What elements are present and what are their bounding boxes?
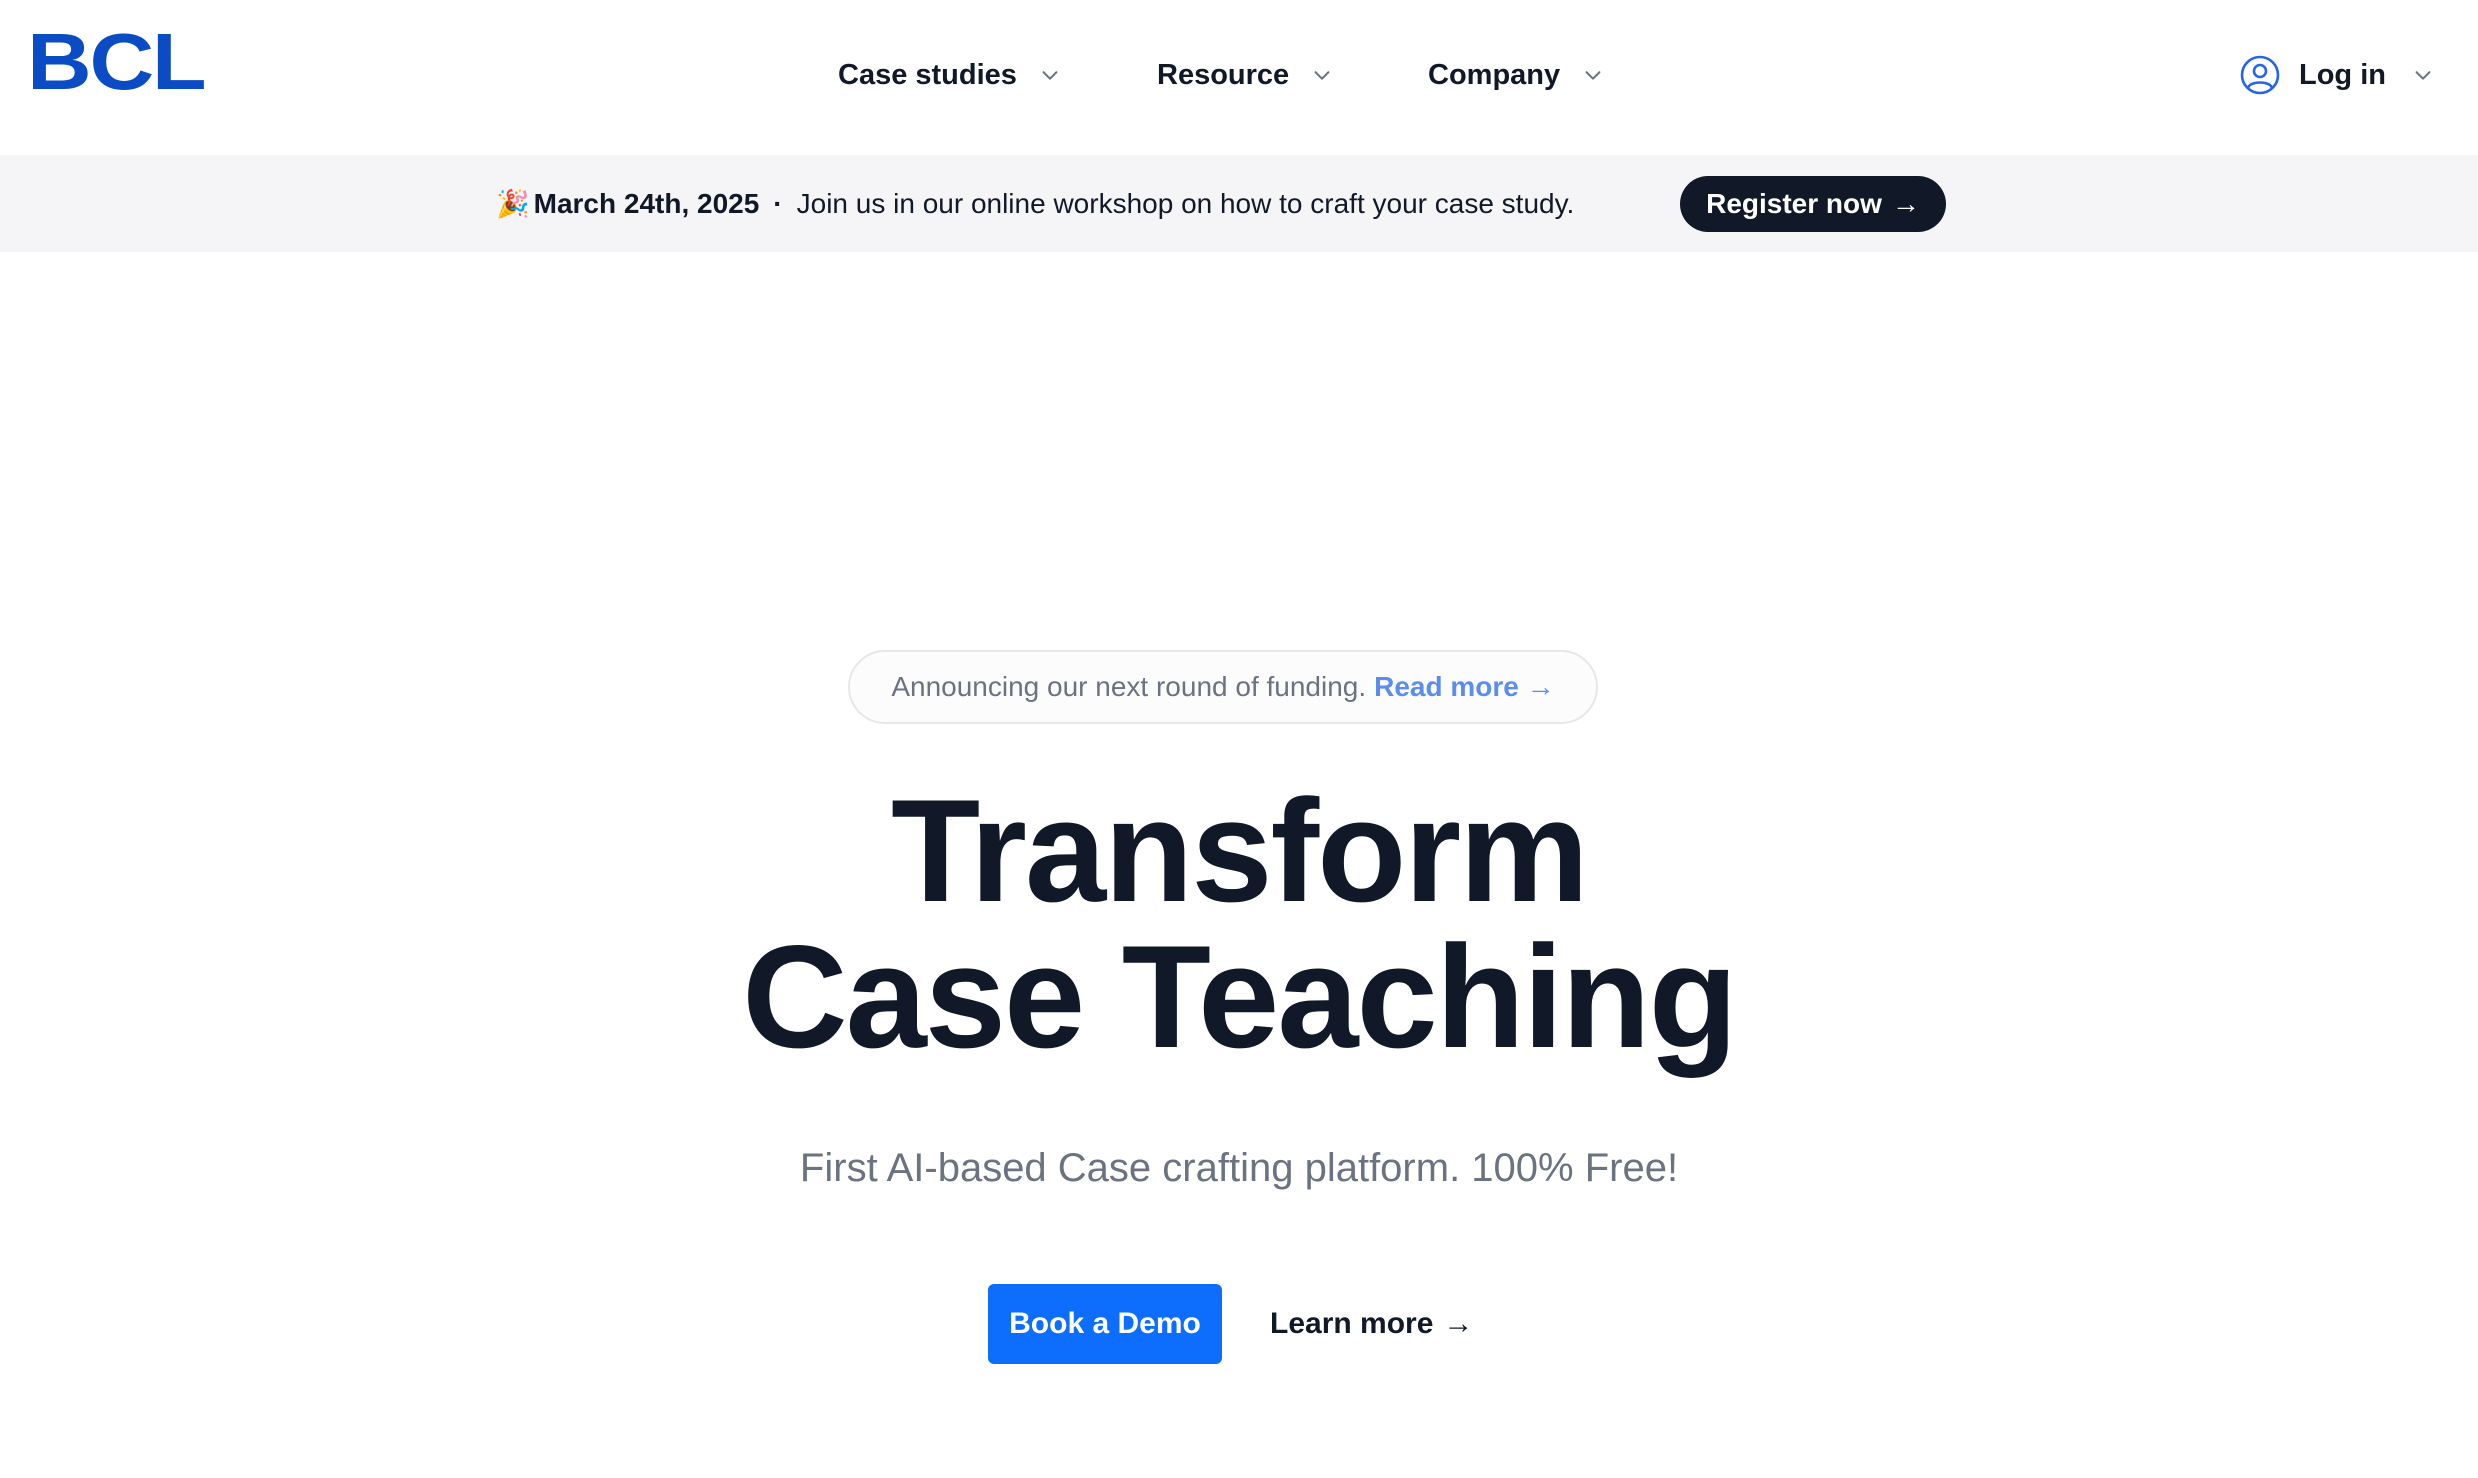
nav-case-studies[interactable]: Case studies (838, 50, 1061, 100)
announcement-message: Join us in our online workshop on how to… (796, 187, 1575, 219)
register-now-button[interactable]: Register now → (1680, 176, 1946, 232)
announcement-content: 🎉 March 24th, 2025 · Join us in our onli… (496, 155, 1574, 252)
brand-logo[interactable]: BCL (27, 22, 207, 102)
nav-resource[interactable]: Resource (1157, 50, 1333, 100)
nav-resource-label: Resource (1157, 58, 1290, 91)
arrow-right-icon: → (1526, 671, 1555, 702)
login-label: Log in (2299, 58, 2386, 91)
announcement-bar: 🎉 March 24th, 2025 · Join us in our onli… (0, 155, 2478, 252)
hero-title-line-2: Case Teaching (742, 915, 1738, 1078)
funding-announcement-pill: Announcing our next round of funding. Re… (848, 650, 1598, 724)
learn-more-link[interactable]: Learn more → (1270, 1307, 1473, 1341)
hero-subtitle: First AI-based Case crafting platform. 1… (799, 1146, 1679, 1190)
read-more-label: Read more (1374, 671, 1519, 702)
read-more-link[interactable]: Read more → (1374, 671, 1555, 703)
nav-company-label: Company (1428, 58, 1561, 91)
chevron-down-icon (1585, 71, 1601, 80)
chevron-down-icon (1314, 71, 1330, 80)
learn-more-label: Learn more (1270, 1307, 1434, 1340)
nav-company[interactable]: Company (1428, 50, 1604, 100)
nav-case-studies-label: Case studies (838, 58, 1017, 91)
user-circle-icon (2240, 55, 2280, 95)
funding-announcement-text: Announcing our next round of funding. (891, 671, 1367, 702)
announcement-separator: · (773, 187, 783, 219)
login-menu[interactable]: Log in (2239, 50, 2434, 100)
hero-cta-row: Book a Demo Learn more → (988, 1284, 1473, 1364)
chevron-down-icon (1042, 71, 1058, 80)
hero-title-line-1: Transform (891, 769, 1589, 932)
arrow-right-icon: → (1443, 1307, 1474, 1340)
chevron-down-icon (2415, 71, 2431, 80)
announcement-date: March 24th, 2025 (533, 187, 760, 219)
hero-title: Transform Case Teaching (0, 778, 2478, 1070)
register-now-label: Register now (1706, 188, 1882, 219)
arrow-right-icon: → (1891, 188, 1920, 219)
book-demo-button[interactable]: Book a Demo (988, 1284, 1222, 1364)
party-popper-icon: 🎉 (496, 188, 530, 219)
site-header: BCL Case studies Resource Company Log in (0, 0, 2478, 155)
